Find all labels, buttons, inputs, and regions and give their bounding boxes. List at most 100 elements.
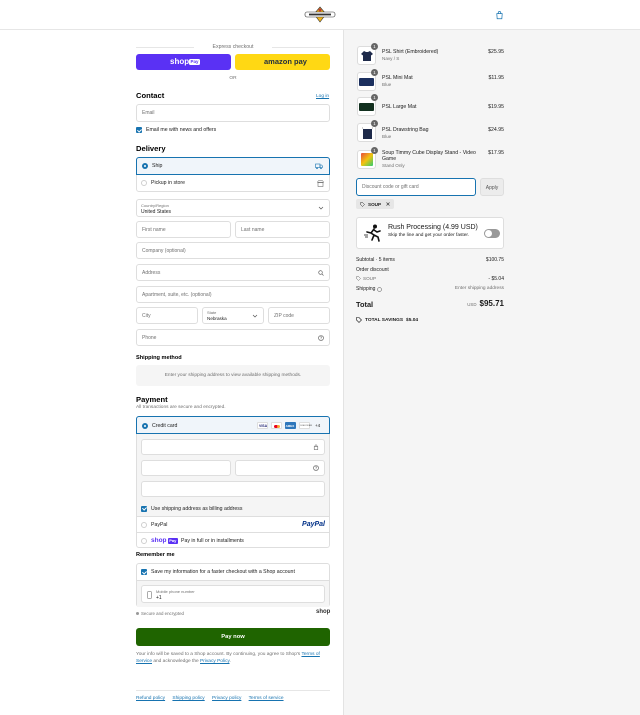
phone-field[interactable]: Phone <box>136 329 330 346</box>
email-field[interactable]: Email <box>136 104 330 122</box>
ship-option[interactable]: Ship <box>136 157 330 175</box>
amex-icon: AMEX <box>285 422 296 429</box>
first-name-field[interactable]: First name <box>136 221 231 238</box>
credit-card-option[interactable]: Credit card VISA AMEX DISCOVER +4 <box>136 416 330 434</box>
product-price: $19.95 <box>488 104 504 110</box>
shipping-policy-link[interactable]: Shipping policy <box>172 696 204 701</box>
shop-pay-text: Pay in full or in installments <box>181 538 244 544</box>
shop-pay-option[interactable]: shop Pay Pay in full or in installments <box>137 532 329 548</box>
discount-tag: SOUP <box>356 199 395 209</box>
payment-methods-group: Credit card VISA AMEX DISCOVER +4 Use sh… <box>136 416 330 548</box>
quantity-badge: 1 <box>371 120 378 127</box>
last-name-field[interactable]: Last name <box>235 221 330 238</box>
pay-now-button[interactable]: Pay now <box>136 628 330 646</box>
shop-pay-express-button[interactable]: shop Pay <box>136 54 231 70</box>
mobile-icon <box>147 591 152 599</box>
country-select[interactable]: Country/Region United States <box>136 199 330 217</box>
remember-me-box: Save my information for a faster checkou… <box>136 563 330 607</box>
total-row: USD $95.71 <box>467 299 504 308</box>
lock-icon <box>313 444 319 450</box>
total-value: $95.71 <box>479 299 504 308</box>
drawstring-bag-image <box>362 127 373 139</box>
mastercard-icon <box>271 422 282 429</box>
discount-code-field[interactable]: Discount code or gift card <box>356 178 476 196</box>
product-thumbnail: 1 <box>357 69 378 91</box>
tag-icon <box>356 317 362 323</box>
product-price: $11.95 <box>488 75 504 81</box>
billing-same-checkbox[interactable] <box>141 505 147 512</box>
delivery-method-group: Ship Pickup in store <box>136 157 330 192</box>
paypal-radio[interactable] <box>141 522 147 528</box>
shipping-row: Shipping <box>356 286 383 292</box>
shop-logo[interactable] <box>302 6 338 23</box>
shop-privacy-link[interactable]: Privacy Policy <box>200 659 230 664</box>
close-icon[interactable] <box>386 202 390 206</box>
total-label: Total <box>356 300 374 309</box>
quantity-badge: 1 <box>371 147 378 154</box>
help-icon[interactable] <box>377 286 383 292</box>
city-field[interactable]: City <box>136 307 198 324</box>
product-thumbnail: 1 <box>357 120 378 142</box>
remember-me-heading: Remember me <box>136 552 175 558</box>
product-price: $24.95 <box>488 127 504 133</box>
tag-icon <box>356 276 361 281</box>
rush-toggle[interactable] <box>484 229 500 238</box>
amazon-pay-button[interactable]: amazon pay <box>235 54 330 70</box>
name-on-card-field[interactable] <box>141 481 325 497</box>
divider <box>136 47 194 48</box>
product-thumbnail: 1 <box>357 94 378 116</box>
login-link[interactable]: Log in <box>316 94 329 99</box>
shop-pay-badge: Pay <box>168 538 178 544</box>
product-variant: Stand Only <box>382 163 405 168</box>
running-person-icon <box>364 224 381 242</box>
footer-divider <box>136 690 330 691</box>
tag-icon <box>360 201 365 207</box>
mobile-section: Mobile phone number +1 <box>137 580 329 607</box>
product-price: $25.95 <box>488 49 504 55</box>
privacy-policy-link[interactable]: Privacy policy <box>212 696 241 701</box>
terms-of-service-link[interactable]: Terms of service <box>249 696 284 701</box>
apply-button[interactable]: Apply <box>480 178 504 196</box>
discount-amount: - $5.04 <box>488 276 504 282</box>
ship-radio[interactable] <box>142 163 148 169</box>
shop-logo-small: shop <box>316 609 331 615</box>
mobile-phone-field[interactable]: Mobile phone number +1 <box>141 585 325 603</box>
expiration-field[interactable] <box>141 460 231 476</box>
company-field[interactable]: Company (optional) <box>136 242 330 259</box>
pickup-radio[interactable] <box>141 180 147 186</box>
help-icon[interactable] <box>313 465 319 471</box>
paypal-option[interactable]: PayPal PayPal <box>137 516 329 532</box>
product-variant: Blue <box>382 134 392 139</box>
address-field[interactable]: Address <box>136 264 330 281</box>
truck-icon <box>315 163 323 170</box>
payment-heading: Payment <box>136 395 168 404</box>
delivery-heading: Delivery <box>136 144 166 153</box>
chevron-down-icon <box>252 314 258 317</box>
visa-icon: VISA <box>257 422 268 429</box>
pickup-option[interactable]: Pickup in store <box>137 175 329 192</box>
help-icon[interactable] <box>318 334 324 341</box>
subtotal-label: Subtotal · 5 items <box>356 257 395 263</box>
rush-processing-card: Rush Processing (4.99 USD) Skip the line… <box>356 217 504 249</box>
zip-field[interactable]: ZIP code <box>268 307 330 324</box>
credit-card-radio[interactable] <box>142 422 148 429</box>
shopping-bag-icon[interactable] <box>495 10 504 20</box>
quantity-badge: 1 <box>371 69 378 76</box>
refund-policy-link[interactable]: Refund policy <box>136 696 165 701</box>
security-code-field[interactable] <box>235 460 325 476</box>
card-number-field[interactable] <box>141 439 325 455</box>
shop-pay-radio[interactable] <box>141 538 147 544</box>
product-name: PSL Large Mat <box>382 104 417 110</box>
save-info-checkbox[interactable] <box>141 569 147 575</box>
lock-icon <box>136 612 139 615</box>
billing-same-row: Use shipping address as billing address <box>137 503 329 516</box>
currency-code: USD <box>467 302 477 307</box>
state-select[interactable]: State Nebraska <box>202 307 264 324</box>
shop-pay-logo: shop <box>151 536 167 544</box>
shipping-method-heading: Shipping method <box>136 355 182 361</box>
mini-mat-image <box>359 78 374 86</box>
or-divider: OR <box>229 76 237 81</box>
order-discount-label: Order discount <box>356 267 389 273</box>
apartment-field[interactable]: Apartment, suite, etc. (optional) <box>136 286 330 303</box>
news-checkbox[interactable] <box>136 127 142 133</box>
